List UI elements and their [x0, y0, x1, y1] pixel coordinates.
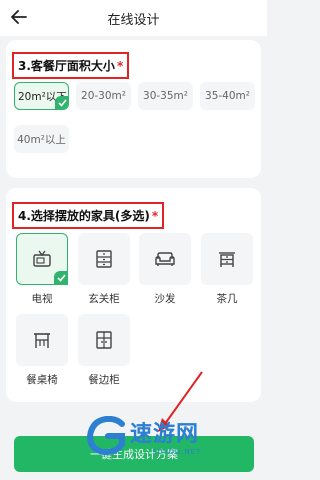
watermark: 速游网 SUYOU.NET	[86, 412, 256, 462]
watermark-subtext: SUYOU.NET	[152, 448, 202, 456]
tv-icon	[33, 250, 51, 267]
furniture-label-tv: 电视	[31, 293, 53, 305]
area-option-over-40[interactable]: 40m²以上	[14, 125, 69, 153]
coffee-table-icon	[219, 252, 235, 267]
sideboard-icon	[96, 331, 112, 349]
sofa-icon	[155, 252, 175, 266]
area-option-label: 40m²以上	[17, 133, 66, 146]
watermark-text: 速游网	[130, 422, 200, 447]
area-option-30-35[interactable]: 30-35m²	[138, 82, 193, 110]
furniture-option-sofa[interactable]	[139, 233, 191, 285]
furniture-label-sofa: 沙发	[154, 293, 176, 305]
area-size-card: 3.客餐厅面积大小 * 20m²以下 20-30m² 30-35m² 35-40m…	[6, 40, 261, 178]
furniture-option-tv[interactable]	[16, 233, 68, 285]
furniture-card: 4.选择摆放的家具(多选) * 电视 玄关柜 沙发 茶几 餐桌椅 餐边柜	[6, 188, 261, 402]
furniture-option-coffee-table[interactable]	[201, 233, 253, 285]
dining-table-icon	[34, 333, 50, 348]
watermark-logo-icon	[86, 416, 125, 456]
furniture-option-entry-cabinet[interactable]	[78, 233, 130, 285]
furniture-label-entry-cabinet: 玄关柜	[88, 293, 120, 305]
cabinet-icon	[96, 250, 112, 268]
section-number: 3.	[18, 59, 31, 73]
top-bar: 在线设计	[0, 0, 267, 36]
furniture-section-title: 4.选择摆放的家具(多选) *	[12, 202, 165, 229]
furniture-option-dining-set[interactable]	[16, 314, 68, 366]
check-icon	[55, 96, 68, 109]
area-option-label: 30-35m²	[143, 90, 188, 102]
area-option-20-30[interactable]: 20-30m²	[76, 82, 131, 110]
section-title-text: 客餐厅面积大小	[30, 59, 115, 73]
furniture-label-dining-set: 餐桌椅	[26, 374, 58, 386]
area-option-label: 20-30m²	[81, 90, 126, 102]
section-number: 4.	[18, 209, 31, 223]
page-title: 在线设计	[107, 13, 160, 28]
required-mark: *	[151, 209, 159, 223]
area-option-label: 35-40m²	[205, 90, 250, 102]
area-option-under-20[interactable]: 20m²以下	[14, 82, 69, 110]
area-option-35-40[interactable]: 35-40m²	[200, 82, 255, 110]
required-mark: *	[116, 59, 124, 73]
check-icon	[54, 271, 68, 285]
furniture-label-sideboard: 餐边柜	[88, 374, 120, 386]
furniture-label-coffee-table: 茶几	[216, 293, 238, 305]
area-section-title: 3.客餐厅面积大小 *	[12, 52, 130, 79]
furniture-option-sideboard[interactable]	[78, 314, 130, 366]
section-title-text: 选择摆放的家具(多选)	[30, 209, 150, 223]
